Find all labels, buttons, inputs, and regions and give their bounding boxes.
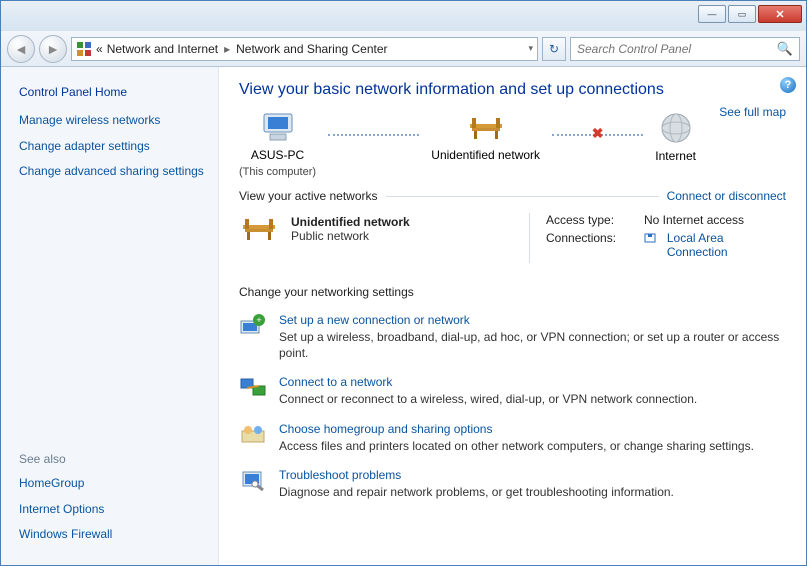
active-network-details: Access type: No Internet access Connecti…	[529, 213, 786, 263]
change-settings-header: Change your networking settings	[239, 285, 786, 299]
map-this-computer[interactable]: ASUS-PC (This computer)	[239, 112, 316, 178]
search-input[interactable]	[577, 42, 777, 56]
task-troubleshoot-link[interactable]: Troubleshoot problems	[279, 468, 674, 482]
active-networks-header: View your active networks Connect or dis…	[239, 189, 786, 203]
close-button[interactable]: ✕	[758, 5, 802, 23]
maximize-button[interactable]: ▭	[728, 5, 756, 23]
search-box[interactable]: 🔍	[570, 37, 800, 61]
troubleshoot-icon	[239, 468, 267, 492]
task-troubleshoot-desc: Diagnose and repair network problems, or…	[279, 484, 674, 500]
connections-label: Connections:	[546, 231, 633, 259]
search-icon[interactable]: 🔍	[777, 41, 793, 57]
active-network-identity: Unidentified network Public network	[239, 213, 509, 245]
bench-icon	[466, 112, 506, 144]
task-setup-connection-desc: Set up a wireless, broadband, dial-up, a…	[279, 329, 786, 361]
globe-icon	[659, 111, 693, 145]
change-settings-label: Change your networking settings	[239, 285, 414, 299]
task-connect-network-link[interactable]: Connect to a network	[279, 375, 697, 389]
task-homegroup: Choose homegroup and sharing options Acc…	[239, 422, 786, 454]
page-title: View your basic network information and …	[239, 81, 786, 99]
map-this-pc-label: ASUS-PC	[251, 148, 304, 162]
back-button[interactable]: ◄	[7, 35, 35, 63]
titlebar: — ▭ ✕	[1, 1, 806, 31]
sidebar-link-advanced-sharing[interactable]: Change advanced sharing settings	[19, 164, 206, 180]
bench-icon	[239, 213, 279, 245]
see-also-windows-firewall[interactable]: Windows Firewall	[19, 527, 206, 543]
map-middle-label: Unidentified network	[431, 148, 540, 162]
breadcrumb-current[interactable]: Network and Sharing Center	[236, 42, 387, 56]
minimize-button[interactable]: —	[698, 5, 726, 23]
task-homegroup-desc: Access files and printers located on oth…	[279, 438, 754, 454]
task-connect-network-desc: Connect or reconnect to a wireless, wire…	[279, 391, 697, 407]
active-network-block: Unidentified network Public network Acce…	[239, 213, 786, 263]
address-dropdown-icon[interactable]: ▾	[528, 43, 533, 54]
svg-text:+: +	[256, 315, 261, 325]
see-also-internet-options[interactable]: Internet Options	[19, 502, 206, 518]
active-networks-label: View your active networks	[239, 189, 378, 203]
breadcrumb-parent[interactable]: Network and Internet	[107, 42, 218, 56]
access-type-label: Access type:	[546, 213, 634, 227]
map-internet-label: Internet	[655, 149, 696, 163]
sidebar-link-wireless[interactable]: Manage wireless networks	[19, 113, 206, 129]
nav-bar: ◄ ► « Network and Internet ▸ Network and…	[1, 31, 806, 67]
connect-disconnect-link[interactable]: Connect or disconnect	[667, 189, 786, 203]
sidebar: Control Panel Home Manage wireless netwo…	[1, 67, 219, 565]
window: — ▭ ✕ ◄ ► « Network and Internet ▸ Netwo…	[0, 0, 807, 566]
network-map: ASUS-PC (This computer) Unidentified net…	[239, 111, 786, 179]
connection-link[interactable]: Local Area Connection	[667, 231, 786, 259]
see-also-section: See also HomeGroup Internet Options Wind…	[19, 452, 206, 553]
main-pane: ? View your basic network information an…	[219, 67, 806, 565]
task-troubleshoot: Troubleshoot problems Diagnose and repai…	[239, 468, 786, 500]
sidebar-home-link[interactable]: Control Panel Home	[19, 85, 206, 99]
task-connect-network: Connect to a network Connect or reconnec…	[239, 375, 786, 407]
map-this-pc-sub: (This computer)	[239, 166, 316, 178]
task-setup-connection: + Set up a new connection or network Set…	[239, 313, 786, 361]
computer-icon	[258, 112, 298, 144]
map-unidentified-network[interactable]: Unidentified network	[431, 112, 540, 178]
chevron-right-icon: ▸	[222, 42, 232, 56]
map-internet[interactable]: Internet	[655, 111, 696, 179]
access-type-value: No Internet access	[644, 213, 744, 227]
ethernet-icon	[643, 231, 657, 259]
forward-button[interactable]: ►	[39, 35, 67, 63]
see-also-homegroup[interactable]: HomeGroup	[19, 476, 206, 492]
homegroup-icon	[239, 422, 267, 446]
refresh-button[interactable]: ↻	[542, 37, 566, 61]
new-connection-icon: +	[239, 313, 267, 337]
task-setup-connection-link[interactable]: Set up a new connection or network	[279, 313, 786, 327]
sidebar-link-adapter[interactable]: Change adapter settings	[19, 139, 206, 155]
task-homegroup-link[interactable]: Choose homegroup and sharing options	[279, 422, 754, 436]
active-network-type-link[interactable]: Public network	[291, 229, 410, 243]
body: Control Panel Home Manage wireless netwo…	[1, 67, 806, 565]
breadcrumb-root[interactable]: «	[96, 42, 103, 56]
connect-network-icon	[239, 375, 267, 399]
map-line-1	[328, 134, 419, 136]
active-network-name: Unidentified network	[291, 215, 410, 229]
help-icon[interactable]: ?	[780, 77, 796, 93]
map-line-2-broken	[552, 134, 643, 136]
address-bar[interactable]: « Network and Internet ▸ Network and Sha…	[71, 37, 538, 61]
see-also-label: See also	[19, 452, 206, 466]
control-panel-icon	[76, 41, 92, 57]
